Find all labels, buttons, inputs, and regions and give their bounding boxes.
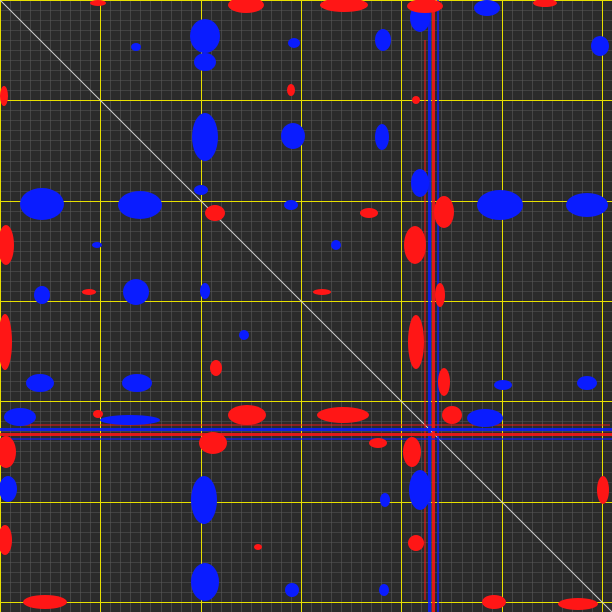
positive-peak (566, 193, 608, 217)
negative-peak (482, 595, 506, 609)
negative-peak (317, 407, 369, 423)
negative-peak (369, 438, 387, 448)
positive-peak (285, 583, 299, 597)
negative-peak (403, 437, 421, 467)
positive-peak (4, 408, 36, 426)
negative-peak (438, 368, 450, 396)
positive-peak (20, 188, 64, 220)
positive-peak (194, 53, 216, 71)
spectrum-contour-plot[interactable] (0, 0, 612, 612)
positive-peak (190, 19, 220, 53)
positive-peak (474, 0, 500, 16)
positive-peak (494, 380, 512, 390)
positive-peak (192, 113, 218, 161)
negative-peak (442, 406, 462, 424)
positive-peak (123, 279, 149, 305)
positive-peak (577, 376, 597, 390)
positive-peak (281, 123, 305, 149)
negative-peak (23, 595, 67, 609)
negative-peak (228, 405, 266, 425)
negative-peak (254, 544, 262, 550)
positive-peak (131, 43, 141, 51)
positive-peak (591, 36, 609, 56)
negative-peak (93, 410, 103, 418)
negative-peak (435, 283, 445, 307)
positive-peak (100, 415, 160, 425)
negative-peak (558, 598, 598, 610)
negative-peak (404, 226, 426, 264)
positive-peak (411, 169, 429, 197)
positive-peak (331, 240, 341, 250)
negative-peak (90, 0, 106, 6)
positive-peak (118, 191, 162, 219)
positive-peak (239, 330, 249, 340)
negative-peak (199, 432, 227, 454)
positive-peak (375, 29, 391, 51)
negative-peak (360, 208, 378, 218)
negative-peak (408, 535, 424, 551)
positive-peak (284, 200, 298, 210)
positive-peak (467, 409, 503, 427)
positive-peak (191, 563, 219, 601)
positive-peak (194, 185, 208, 195)
negative-peak (287, 84, 295, 96)
negative-peak (408, 315, 424, 369)
negative-peak (313, 289, 331, 295)
positive-peak (92, 242, 102, 248)
spectrum-canvas[interactable] (0, 0, 612, 612)
negative-peak (434, 196, 454, 228)
negative-peak (412, 96, 420, 104)
negative-peak (0, 86, 8, 106)
negative-peak (597, 476, 609, 504)
positive-peak (375, 124, 389, 150)
positive-peak (379, 584, 389, 596)
positive-peak (122, 374, 152, 392)
positive-peak (380, 493, 390, 507)
positive-peak (26, 374, 54, 392)
positive-peak (409, 470, 431, 510)
negative-peak (82, 289, 96, 295)
positive-peak (477, 190, 523, 220)
positive-peak (288, 38, 300, 48)
negative-peak (205, 205, 225, 221)
positive-peak (200, 283, 210, 299)
positive-peak (191, 476, 217, 524)
negative-peak (210, 360, 222, 376)
positive-peak (34, 286, 50, 304)
